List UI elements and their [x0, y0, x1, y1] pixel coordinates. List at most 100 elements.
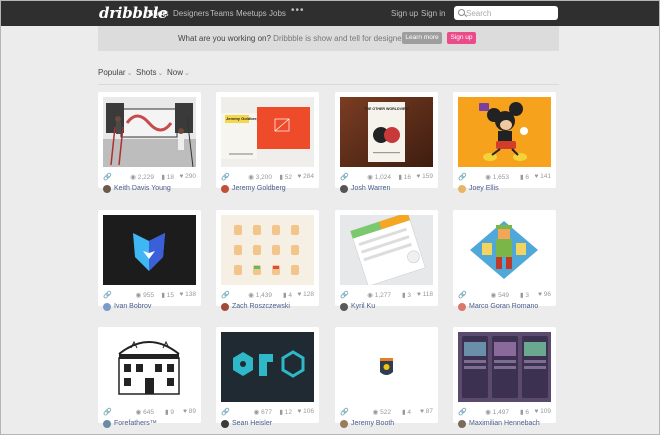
more-menu-icon[interactable]: ••• [291, 5, 305, 16]
likes-count[interactable]: ♥ 159 [416, 173, 433, 180]
shot-thumbnail[interactable] [221, 215, 314, 285]
avatar[interactable] [221, 420, 229, 428]
shot-thumbnail[interactable] [103, 332, 196, 402]
filter-popular[interactable]: Popular⌄ [98, 68, 132, 77]
author-name[interactable]: Josh Warren [351, 185, 390, 192]
shot-author[interactable]: Jeremy Booth [340, 419, 443, 429]
likes-count[interactable]: ♥ 118 [417, 291, 433, 298]
shot-author[interactable]: Keith Davis Young [103, 184, 206, 194]
shot-card[interactable]: 🔗 ◉ 522 ▮ 4 ♥ 87 [335, 327, 438, 423]
shot-card[interactable]: 🔗 ◉ 677 ▮ 12 ♥ 106 [216, 327, 319, 423]
comments-count[interactable]: ▮ 18 [161, 173, 174, 181]
link-icon[interactable]: 🔗 [340, 173, 349, 181]
avatar[interactable] [221, 185, 229, 193]
nav-item-meetups[interactable]: Meetups [236, 9, 267, 18]
avatar[interactable] [458, 303, 466, 311]
comments-count[interactable]: ▮ 3 [520, 291, 529, 299]
filter-shots[interactable]: Shots⌄ [136, 68, 163, 77]
shot-card[interactable]: 🔗 ◉ 645 ▮ 9 ♥ 89 [98, 327, 201, 423]
link-icon[interactable]: 🔗 [103, 408, 112, 416]
comments-count[interactable]: ▮ 6 [520, 408, 529, 416]
signin-link[interactable]: Sign in [421, 9, 445, 18]
shot-thumbnail[interactable] [340, 215, 433, 285]
avatar[interactable] [458, 185, 466, 193]
banner-signup-button[interactable]: Sign up [447, 32, 476, 44]
likes-count[interactable]: ♥ 106 [297, 408, 314, 415]
shot-card[interactable]: Jeremy Goldberg 🔗 ◉ 3,200 ▮ 52 ♥ 284 [216, 92, 319, 188]
avatar[interactable] [221, 303, 229, 311]
author-name[interactable]: Keith Davis Young [114, 185, 171, 192]
shot-author[interactable]: Ivan Bobrov [103, 302, 206, 312]
shot-card[interactable]: 🔗 ◉ 955 ▮ 15 ♥ 138 [98, 210, 201, 306]
avatar[interactable] [103, 420, 111, 428]
nav-item-jobs[interactable]: Jobs [269, 9, 286, 18]
shot-card[interactable]: 🔗 ◉ 1,497 ▮ 6 ♥ 109 [453, 327, 556, 423]
comments-count[interactable]: ▮ 6 [520, 173, 529, 181]
likes-count[interactable]: ♥ 141 [534, 173, 551, 180]
likes-count[interactable]: ♥ 290 [179, 173, 196, 180]
comments-count[interactable]: ▮ 4 [283, 291, 292, 299]
link-icon[interactable]: 🔗 [340, 408, 349, 416]
author-name[interactable]: Zach Roszczewski [232, 303, 290, 310]
author-name[interactable]: Maximilian Hennebach [469, 420, 540, 427]
likes-count[interactable]: ♥ 96 [538, 291, 551, 298]
shot-author[interactable]: Forefathers™ [103, 419, 206, 429]
avatar[interactable] [340, 420, 348, 428]
shot-card[interactable]: 🔗 ◉ 1,277 ▮ 3 ♥ 118 [335, 210, 438, 306]
shot-card[interactable]: THE OTHER WORLDVIEW 🔗 ◉ 1,024 ▮ 16 ♥ 159 [335, 92, 438, 188]
shot-author[interactable]: Maximilian Hennebach [458, 419, 561, 429]
link-icon[interactable]: 🔗 [221, 291, 230, 299]
author-name[interactable]: Jeremy Goldberg [232, 185, 286, 192]
shot-thumbnail[interactable] [340, 332, 433, 402]
shot-author[interactable]: Sean Heisler [221, 419, 324, 429]
nav-item-teams[interactable]: Teams [210, 9, 234, 18]
avatar[interactable] [458, 420, 466, 428]
comments-count[interactable]: ▮ 3 [402, 291, 411, 299]
comments-count[interactable]: ▮ 12 [279, 408, 292, 416]
likes-count[interactable]: ♥ 109 [534, 408, 551, 415]
comments-count[interactable]: ▮ 4 [402, 408, 411, 416]
comments-count[interactable]: ▮ 16 [398, 173, 411, 181]
shot-thumbnail[interactable]: THE OTHER WORLDVIEW [340, 97, 433, 167]
link-icon[interactable]: 🔗 [103, 173, 112, 181]
shot-card[interactable]: 🔗 ◉ 549 ▮ 3 ♥ 96 [453, 210, 556, 306]
link-icon[interactable]: 🔗 [458, 408, 467, 416]
shot-author[interactable]: Zach Roszczewski [221, 302, 324, 312]
author-name[interactable]: Kyril Ku [351, 303, 375, 310]
search-input[interactable] [466, 7, 554, 19]
learn-more-button[interactable]: Learn more [402, 32, 442, 44]
signup-link[interactable]: Sign up [391, 9, 418, 18]
avatar[interactable] [340, 185, 348, 193]
shot-thumbnail[interactable] [458, 215, 551, 285]
shot-author[interactable]: Josh Warren [340, 184, 443, 194]
author-name[interactable]: Jeremy Booth [351, 420, 394, 427]
shot-card[interactable]: 🔗 ◉ 1,653 ▮ 6 ♥ 141 [453, 92, 556, 188]
comments-count[interactable]: ▮ 9 [165, 408, 174, 416]
author-name[interactable]: Forefathers™ [114, 420, 157, 427]
author-name[interactable]: Sean Heisler [232, 420, 272, 427]
filter-now[interactable]: Now⌄ [167, 68, 190, 77]
shot-author[interactable]: Jeremy Goldberg [221, 184, 324, 194]
author-name[interactable]: Marco Goran Romano [469, 303, 538, 310]
likes-count[interactable]: ♥ 87 [420, 408, 433, 415]
shot-thumbnail[interactable] [221, 332, 314, 402]
nav-item-designers[interactable]: Designers [173, 9, 209, 18]
nav-item-shots[interactable]: Shots [148, 9, 168, 18]
link-icon[interactable]: 🔗 [458, 173, 467, 181]
shot-thumbnail[interactable] [103, 215, 196, 285]
shot-thumbnail[interactable] [103, 97, 196, 167]
link-icon[interactable]: 🔗 [340, 291, 349, 299]
link-icon[interactable]: 🔗 [458, 291, 467, 299]
comments-count[interactable]: ▮ 52 [279, 173, 292, 181]
shot-thumbnail[interactable] [458, 97, 551, 167]
comments-count[interactable]: ▮ 15 [161, 291, 174, 299]
link-icon[interactable]: 🔗 [221, 173, 230, 181]
shot-author[interactable]: Marco Goran Romano [458, 302, 561, 312]
shot-thumbnail[interactable] [458, 332, 551, 402]
shot-thumbnail[interactable]: Jeremy Goldberg [221, 97, 314, 167]
author-name[interactable]: Ivan Bobrov [114, 303, 151, 310]
link-icon[interactable]: 🔗 [221, 408, 230, 416]
shot-author[interactable]: Joey Ellis [458, 184, 561, 194]
avatar[interactable] [340, 303, 348, 311]
likes-count[interactable]: ♥ 128 [297, 291, 314, 298]
